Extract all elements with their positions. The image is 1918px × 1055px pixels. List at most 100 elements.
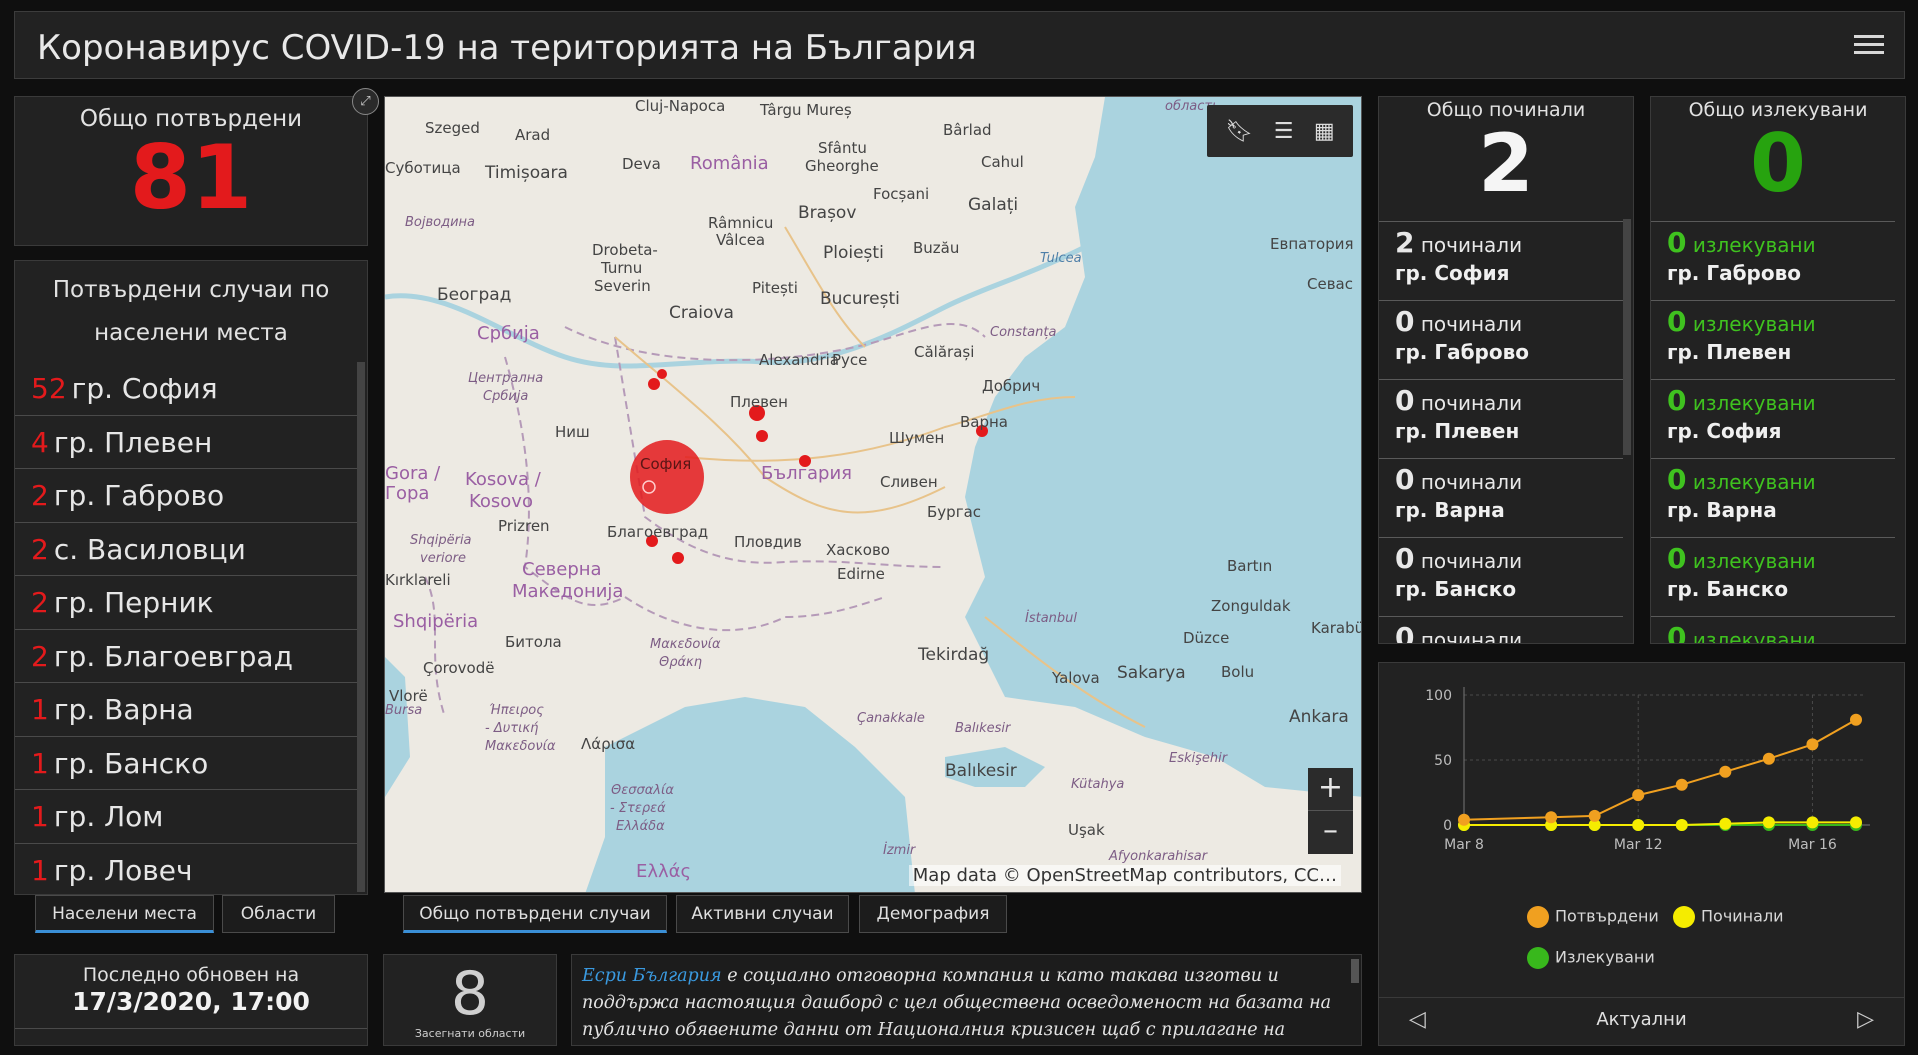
list-item[interactable]: 4 гр. Плевен <box>15 416 357 469</box>
list-item[interactable]: 2 починали гр. София <box>1379 221 1623 300</box>
map-label: Сливен <box>880 473 938 491</box>
map-label: Târgu Mureș <box>760 101 852 119</box>
data-point <box>1762 816 1775 829</box>
list-item[interactable]: 0 излекувани гр. Банско <box>1651 537 1895 616</box>
place-name: гр. Перник <box>53 586 214 619</box>
list-item[interactable]: 0 починали <box>1379 616 1623 643</box>
legend-list-icon[interactable]: ☰ <box>1274 119 1294 144</box>
list-item[interactable]: 2 гр. Благоевград <box>15 630 357 683</box>
data-point <box>1762 752 1775 765</box>
tab-regions[interactable]: Области <box>222 895 335 933</box>
map-label: Bursa <box>385 703 423 718</box>
list-item[interactable]: 0 излекувани гр. София <box>1651 379 1895 458</box>
deaths-scrollbar[interactable] <box>1623 219 1631 455</box>
map-label: - Στερεά <box>610 801 666 816</box>
death-city: гр. София <box>1395 261 1510 285</box>
recovered-count: 0 <box>1667 305 1687 338</box>
place-count: 2 <box>31 479 49 512</box>
chart-navigation: ◁ Актуални ▷ <box>1379 997 1904 1045</box>
data-point <box>1675 778 1688 791</box>
total-deaths-panel: Общо починали 2 2 починали гр. София 0 по… <box>1378 96 1634 644</box>
tab-demography[interactable]: Демография <box>859 895 1007 933</box>
map-label: Bartın <box>1227 557 1273 575</box>
list-item[interactable]: 0 излекувани гр. Варна <box>1651 458 1895 537</box>
place-count: 1 <box>31 800 49 833</box>
list-item[interactable]: 2 с. Василовци <box>15 523 357 576</box>
basemap-gallery-icon[interactable]: ▦ <box>1314 119 1335 144</box>
bookmark-icon[interactable]: 🔖︎ <box>1225 119 1253 144</box>
list-item[interactable]: 0 излекувани гр. Габрово <box>1651 221 1895 300</box>
death-word: починали <box>1420 233 1523 257</box>
list-item[interactable]: 1 гр. Банско <box>15 737 357 790</box>
total-recovered-value: 0 <box>1750 117 1806 210</box>
map-label: Galați <box>968 195 1019 215</box>
x-tick-label: Mar 16 <box>1788 837 1837 853</box>
info-text-panel: Есри България е социално отговорна компа… <box>571 954 1362 1046</box>
esri-link[interactable]: Есри България <box>582 966 722 986</box>
map-label: Суботица <box>385 159 461 177</box>
list-item[interactable]: 0 починали гр. Банско <box>1379 537 1623 616</box>
tab-active-cases[interactable]: Активни случаи <box>676 895 849 933</box>
map-label: Србија <box>483 389 529 404</box>
legend-item-confirmed[interactable]: Потвърдени <box>1527 906 1659 928</box>
list-item[interactable]: 2 гр. Перник <box>15 576 357 630</box>
map-label: Ankara <box>1289 707 1349 727</box>
hamburger-menu-icon[interactable] <box>1854 30 1884 60</box>
map-label: Shqipëria <box>393 611 479 632</box>
affected-regions-label: Засегнати области <box>414 1027 526 1040</box>
map-label: Sakarya <box>1117 663 1186 683</box>
list-item[interactable]: 0 починали гр. Плевен <box>1379 379 1623 458</box>
map-label: Русе <box>832 351 868 369</box>
map-label: Shqipëria <box>410 533 472 548</box>
list-item[interactable]: 52 гр. София <box>15 362 357 416</box>
data-point <box>1719 817 1732 830</box>
list-item[interactable]: 0 излекувани гр. Плевен <box>1651 300 1895 379</box>
place-count: 2 <box>31 532 49 566</box>
chevron-right-icon[interactable]: ▷ <box>1857 998 1874 1042</box>
timeline-chart[interactable]: 0 50 100 Mar 8 Mar 12 Mar 16 <box>1379 663 1906 993</box>
affected-regions-value: 8 <box>450 959 490 1029</box>
map-label: Tekirdağ <box>918 645 990 665</box>
list-item[interactable]: 0 починали гр. Варна <box>1379 458 1623 537</box>
map-label: Λάρισα <box>581 735 636 753</box>
total-confirmed-value: 81 <box>129 126 253 229</box>
data-point <box>1806 738 1819 751</box>
map-label: Buzău <box>913 239 960 257</box>
info-scrollbar[interactable] <box>1351 959 1359 983</box>
list-item[interactable]: 1 гр. Варна <box>15 683 357 737</box>
map-label: Turnu <box>601 259 643 277</box>
death-word: починали <box>1420 470 1523 494</box>
map-view[interactable]: Szeged Arad Cluj-Napoca Târgu Mureș Bârl… <box>384 96 1362 893</box>
divider <box>15 1028 367 1029</box>
place-name: гр. Габрово <box>53 479 225 512</box>
legend-swatch <box>1527 906 1549 928</box>
expand-icon[interactable]: ⤢ <box>352 88 379 115</box>
map-label: Çanakkale <box>857 711 925 726</box>
map-label: Severin <box>594 277 651 295</box>
page-title: Коронавирус COVID-19 на територията на Б… <box>37 28 977 68</box>
list-item[interactable]: 2 гр. Габрово <box>15 469 357 523</box>
death-count: 0 <box>1395 305 1415 338</box>
zoom-in-button[interactable]: + <box>1308 768 1353 811</box>
map-label: Cahul <box>981 153 1024 171</box>
map-label: Μακεδονία <box>650 637 721 652</box>
recovered-city: гр. Плевен <box>1667 340 1792 364</box>
list-item[interactable]: 0 излекувани <box>1651 616 1895 643</box>
list-item[interactable]: 1 гр. Ловеч <box>15 844 357 895</box>
map-label: Arad <box>515 126 551 144</box>
zoom-out-button[interactable]: – <box>1308 811 1353 854</box>
map-label: Cluj-Napoca <box>635 97 726 115</box>
tab-total-confirmed[interactable]: Общо потвърдени случаи <box>403 895 667 933</box>
legend-item-recovered[interactable]: Излекувани <box>1527 947 1655 969</box>
list-item[interactable]: 0 починали гр. Габрово <box>1379 300 1623 379</box>
map-label: Бургас <box>927 503 982 521</box>
places-scrollbar[interactable] <box>357 362 365 892</box>
map-label: București <box>820 289 900 309</box>
place-name: с. Василовци <box>53 532 246 566</box>
chevron-left-icon[interactable]: ◁ <box>1409 998 1426 1042</box>
tab-settlements[interactable]: Населени места <box>35 895 214 933</box>
list-item[interactable]: 1 гр. Лом <box>15 790 357 844</box>
map-label: Ploiești <box>823 243 884 263</box>
legend-item-deaths[interactable]: Починали <box>1673 906 1784 928</box>
total-deaths-value: 2 <box>1478 117 1534 210</box>
